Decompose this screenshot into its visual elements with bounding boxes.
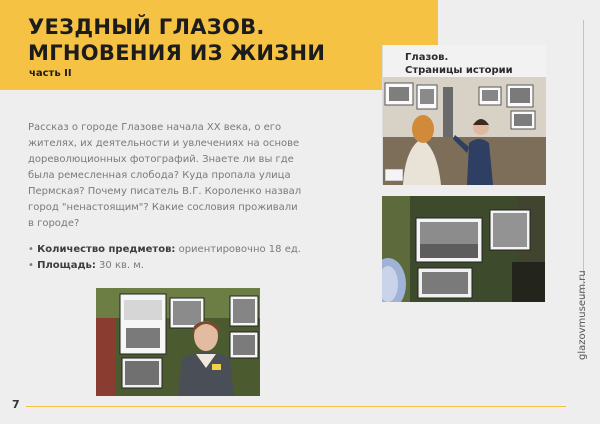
intro-line: Рассказ о городе Глазове начала XX века,… (28, 122, 282, 133)
caption-line-1: Глазов. (405, 52, 449, 63)
bottom-accent-line (26, 406, 566, 407)
fact-area: • Площадь: 30 кв. м. (28, 258, 348, 274)
facts-list: • Количество предметов: ориентировочно 1… (28, 242, 348, 274)
page-number: 7 (12, 398, 20, 411)
fact-label: Площадь: (37, 260, 96, 271)
fact-value: 30 кв. м. (95, 260, 144, 271)
title-line-1: УЕЗДНЫЙ ГЛАЗОВ. (28, 15, 265, 39)
intro-line: дореволюционных фотографий. Знаете ли вы… (28, 154, 294, 165)
exhibition-photo-history-pages: Глазов. Страницы истории (382, 45, 546, 185)
fact-value: ориентировочно 18 ед. (175, 244, 301, 255)
intro-line: город "ненастоящим"? Какие сословия прож… (28, 202, 298, 213)
exhibition-caption: Глазов. Страницы истории (405, 51, 513, 77)
intro-line: жителях, их деятельности и увлечениях на… (28, 138, 300, 149)
fact-item-count: • Количество предметов: ориентировочно 1… (28, 242, 348, 258)
exhibition-hall-scene (383, 77, 546, 185)
right-accent-line (583, 20, 584, 298)
old-photos-stands-scene (382, 196, 545, 302)
page-title: УЕЗДНЫЙ ГЛАЗОВ. МГНОВЕНИЯ ИЗ ЖИЗНИ (28, 14, 325, 66)
intro-paragraph: Рассказ о городе Глазове начала XX века,… (28, 120, 346, 232)
fact-label: Количество предметов: (37, 244, 176, 255)
title-line-2: МГНОВЕНИЯ ИЗ ЖИЗНИ (28, 41, 326, 65)
site-url: glazovmuseum.ru (577, 270, 588, 360)
guide-near-stands-scene (96, 288, 260, 396)
intro-line: в городе? (28, 218, 80, 229)
intro-line: была ремесленная слобода? Куда пропала у… (28, 170, 291, 181)
page-subtitle: часть II (29, 68, 72, 79)
bullet: • (28, 244, 34, 255)
caption-line-2: Страницы истории (405, 65, 513, 76)
intro-line: Пермская? Почему писатель В.Г. Короленко… (28, 186, 302, 197)
exhibition-photo-stands (382, 196, 545, 302)
exhibition-photo-guide (96, 288, 260, 396)
bullet: • (28, 260, 34, 271)
